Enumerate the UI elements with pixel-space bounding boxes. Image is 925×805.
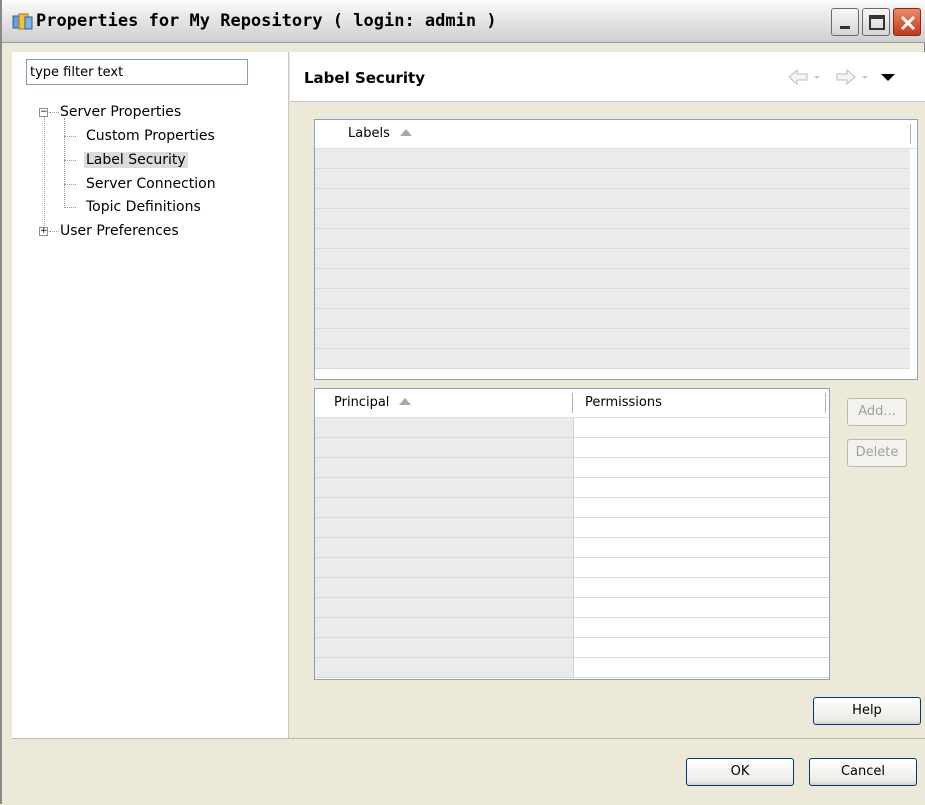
table-row[interactable] xyxy=(315,329,910,349)
tree-connector xyxy=(44,112,45,232)
labels-table[interactable]: Labels xyxy=(314,119,918,380)
table-row[interactable] xyxy=(315,478,829,498)
tree-connector xyxy=(64,207,76,208)
table-row[interactable] xyxy=(315,309,910,329)
page-title: Label Security xyxy=(304,69,425,87)
tree-item-custom-properties[interactable]: Custom Properties xyxy=(86,126,215,146)
minimize-button[interactable] xyxy=(831,8,859,36)
tree-item-label: Custom Properties xyxy=(86,128,215,144)
page-navigation xyxy=(788,68,895,86)
table-row[interactable] xyxy=(315,618,829,638)
table-row[interactable] xyxy=(315,149,910,169)
tree-connector xyxy=(49,112,59,113)
navigation-pane: − Server Properties Custom Properties La… xyxy=(12,52,289,738)
permissions-column-header[interactable]: Permissions xyxy=(585,389,662,417)
sort-ascending-icon xyxy=(399,129,412,136)
table-row[interactable] xyxy=(315,229,910,249)
forward-arrow-icon[interactable] xyxy=(836,68,868,86)
expand-icon[interactable]: + xyxy=(39,227,48,236)
table-row[interactable] xyxy=(315,638,829,658)
help-button[interactable]: Help xyxy=(813,697,921,725)
table-row[interactable] xyxy=(315,598,829,618)
tree-connector xyxy=(64,136,76,137)
title-bar[interactable]: Properties for My Repository ( login: ad… xyxy=(2,0,925,43)
tree-item-label: Topic Definitions xyxy=(86,199,201,215)
tree-item-label: User Preferences xyxy=(60,223,179,239)
table-row[interactable] xyxy=(315,209,910,229)
principal-column-header[interactable]: Principal xyxy=(334,389,412,417)
tree-item-server-properties[interactable]: Server Properties xyxy=(60,102,181,122)
tree-connector xyxy=(64,184,76,185)
tree-item-topic-definitions[interactable]: Topic Definitions xyxy=(86,197,201,217)
ok-button[interactable]: OK xyxy=(686,758,794,786)
column-separator[interactable] xyxy=(825,393,826,413)
table-row[interactable] xyxy=(315,578,829,598)
table-row[interactable] xyxy=(315,289,910,309)
table-row[interactable] xyxy=(315,458,829,478)
table-row[interactable] xyxy=(315,518,829,538)
page-header: Label Security xyxy=(290,52,925,102)
view-menu-icon[interactable] xyxy=(881,74,895,81)
content-pane: Label Security Labels Principal Permissi… xyxy=(290,52,925,738)
collapse-icon[interactable]: − xyxy=(39,108,48,117)
column-separator[interactable] xyxy=(910,124,911,144)
table-row[interactable] xyxy=(315,538,829,558)
minimize-icon xyxy=(840,26,850,29)
table-row[interactable] xyxy=(315,249,910,269)
tree-item-label: Label Security xyxy=(84,152,188,168)
principal-table-rows xyxy=(315,418,829,678)
maximize-button[interactable] xyxy=(862,8,890,36)
table-row[interactable] xyxy=(315,558,829,578)
table-row[interactable] xyxy=(315,269,910,289)
repository-icon xyxy=(12,13,33,30)
maximize-icon xyxy=(869,15,885,30)
labels-table-header: Labels xyxy=(315,120,917,149)
tree-connector xyxy=(49,231,59,232)
tree-item-user-preferences[interactable]: User Preferences xyxy=(60,221,179,241)
tree-item-label: Server Connection xyxy=(86,176,216,192)
delete-button[interactable]: Delete xyxy=(847,439,907,467)
sort-ascending-icon xyxy=(399,398,412,405)
tree-item-label: Server Properties xyxy=(60,104,182,120)
add-button[interactable]: Add... xyxy=(847,398,907,426)
table-row[interactable] xyxy=(315,658,829,678)
principal-permissions-table[interactable]: Principal Permissions xyxy=(314,388,830,680)
tree-item-server-connection[interactable]: Server Connection xyxy=(86,174,216,194)
tree-connector xyxy=(64,160,76,161)
table-row[interactable] xyxy=(315,189,910,209)
column-separator[interactable] xyxy=(572,393,573,413)
close-button[interactable] xyxy=(893,8,921,36)
tree-item-label-security[interactable]: Label Security xyxy=(84,150,188,170)
dialog-footer: OK Cancel xyxy=(12,738,925,805)
table-row[interactable] xyxy=(315,169,910,189)
table-row[interactable] xyxy=(315,418,829,438)
principal-table-header: Principal Permissions xyxy=(315,389,829,418)
tree-connector xyxy=(64,118,65,206)
labels-table-rows xyxy=(315,149,917,369)
table-row[interactable] xyxy=(315,349,910,369)
table-row[interactable] xyxy=(315,498,829,518)
close-icon xyxy=(900,15,916,31)
filter-input[interactable] xyxy=(26,59,248,85)
properties-dialog: Properties for My Repository ( login: ad… xyxy=(0,0,925,805)
window-title: Properties for My Repository ( login: ad… xyxy=(36,11,497,31)
cancel-button[interactable]: Cancel xyxy=(809,758,917,786)
table-row[interactable] xyxy=(315,438,829,458)
back-arrow-icon[interactable] xyxy=(788,68,820,86)
labels-column-header[interactable]: Labels xyxy=(348,120,412,148)
